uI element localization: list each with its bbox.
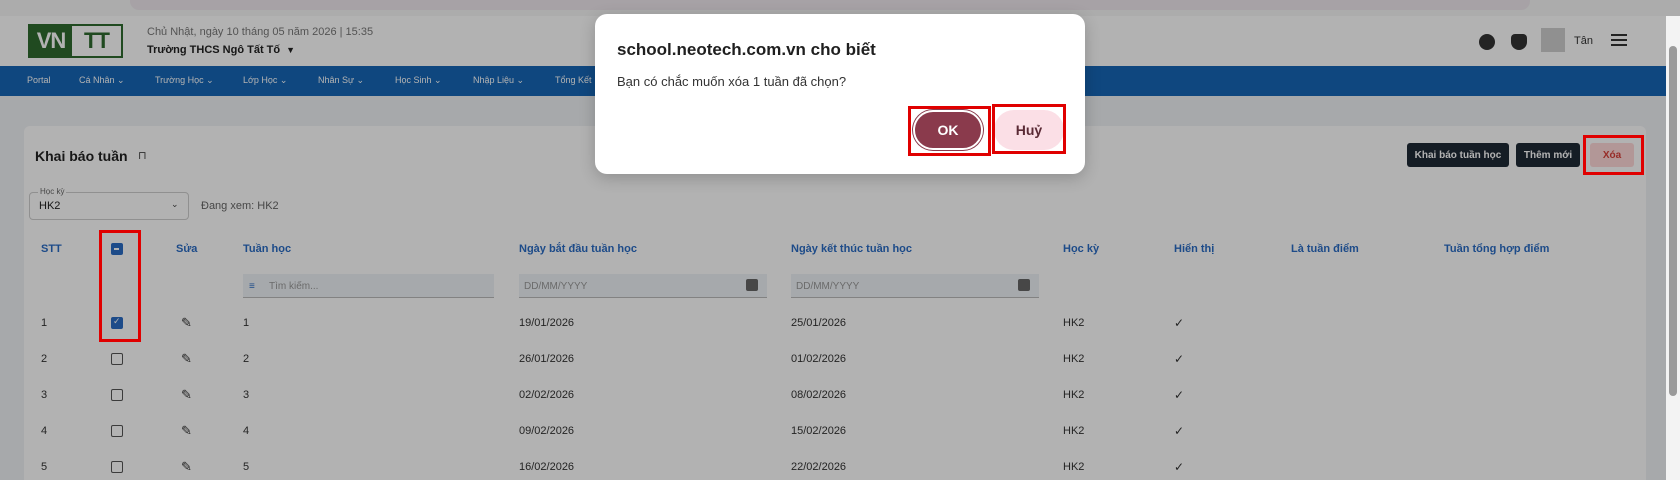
ok-button[interactable]: OK [913,110,983,150]
dialog-title: school.neotech.com.vn cho biết [617,40,876,59]
dialog-message: Bạn có chắc muốn xóa 1 tuần đã chọn? [617,74,847,89]
scroll-thumb[interactable] [1669,46,1677,396]
page-scrollbar[interactable] [1666,16,1680,480]
cancel-button[interactable]: Huỷ [994,110,1064,150]
confirm-dialog: school.neotech.com.vn cho biết Bạn có ch… [595,14,1085,174]
